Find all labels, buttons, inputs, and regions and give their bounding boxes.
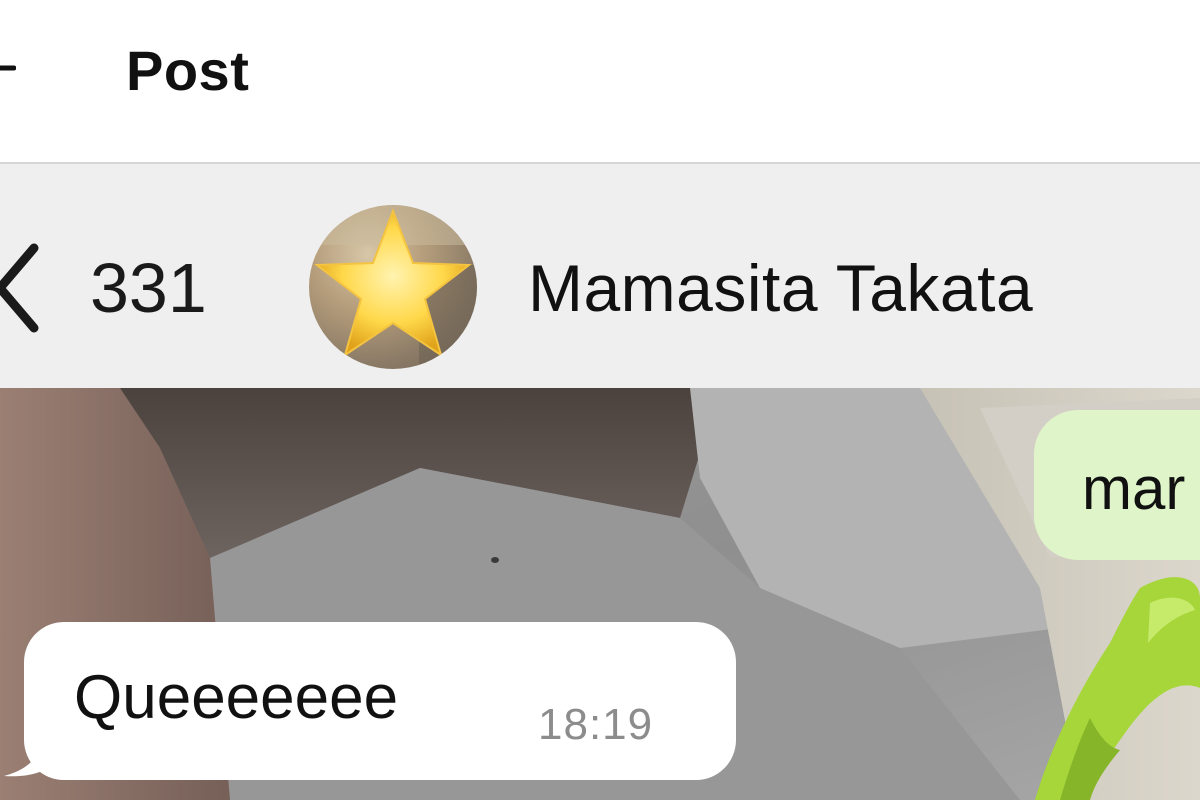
unread-count[interactable]: 331 [90, 248, 207, 328]
contact-name[interactable]: Mamasita Takata [528, 250, 1033, 326]
screenshot-page: Post 331 Mamasita Takata mar Queeeeeee 1… [0, 0, 1200, 800]
avatar[interactable] [309, 205, 477, 369]
star-emoji-avatar [309, 205, 477, 365]
message-text: mar [1082, 455, 1186, 522]
post-header: Post [0, 0, 1200, 164]
page-title: Post [126, 39, 250, 102]
back-arrow-icon[interactable] [0, 48, 17, 88]
message-timestamp: 18:19 [538, 700, 654, 749]
message-text: Queeeeeee [74, 663, 399, 732]
chevron-left-icon[interactable] [0, 240, 52, 336]
incoming-message-bubble[interactable]: Queeeeeee 18:19 [24, 622, 736, 780]
outgoing-message-bubble[interactable]: mar [1034, 410, 1200, 560]
